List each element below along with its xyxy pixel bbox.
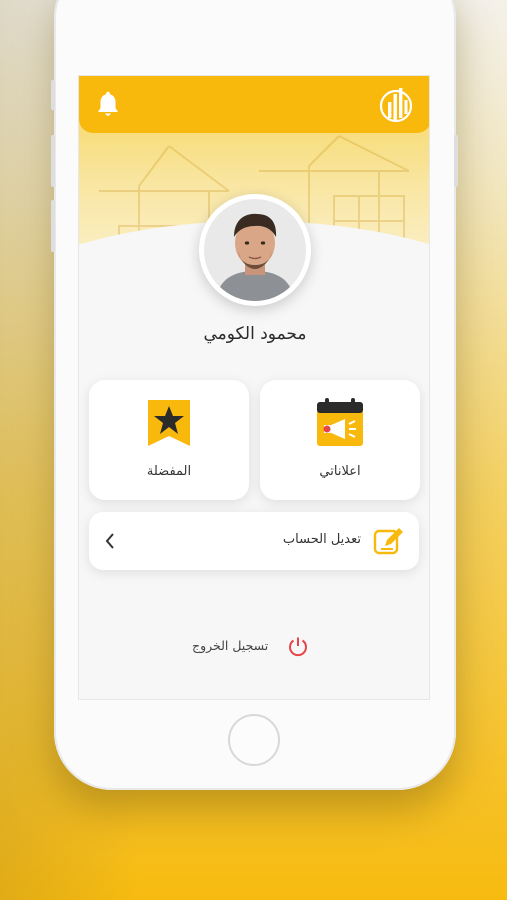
power-icon [289,637,307,657]
app-bar [79,76,429,133]
avatar[interactable] [199,194,311,306]
logout-row[interactable]: تسجيل الخروج [79,634,429,658]
app-screen: محمود الكومي المفضلة اعلاناتي تعديل الحس… [78,75,430,700]
app-logo-icon[interactable] [379,86,413,124]
edit-pencil-icon [373,528,403,555]
edit-account-label: تعديل الحساب [282,532,361,547]
phone-side-button [51,200,55,252]
edit-account-row[interactable]: تعديل الحساب [89,512,419,570]
my-ads-card[interactable]: اعلاناتي [260,380,420,500]
chevron-left-icon [105,533,114,549]
profile-photo [204,199,306,301]
phone-side-button [51,80,55,110]
logout-label: تسجيل الخروج [192,638,269,653]
my-ads-label: اعلاناتي [319,464,361,479]
favorites-label: المفضلة [146,464,192,479]
calendar-megaphone-icon [317,398,363,446]
favorites-card[interactable]: المفضلة [89,380,249,500]
phone-side-button [454,135,458,187]
user-name: محمود الكومي [203,324,307,344]
home-button[interactable] [228,714,280,766]
bell-icon[interactable] [95,91,121,119]
bookmark-star-icon [148,400,190,446]
phone-side-button [51,135,55,187]
